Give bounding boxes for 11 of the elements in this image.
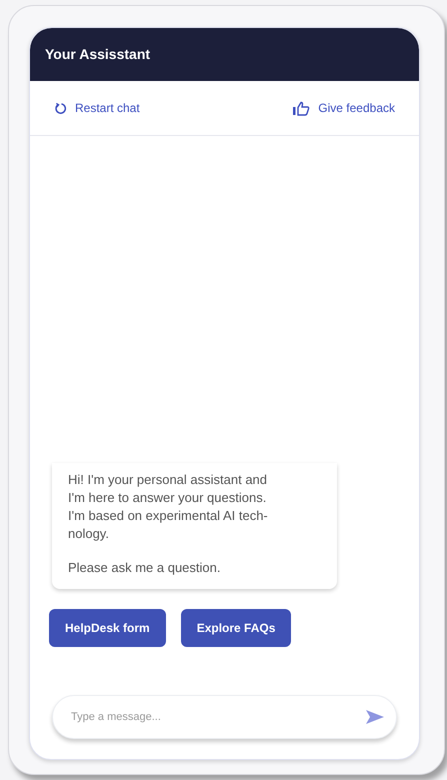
restart-chat-link[interactable]: Restart chat — [54, 99, 140, 117]
give-feedback-link[interactable]: Give feedback — [292, 99, 395, 117]
quick-reply-button[interactable]: HelpDesk form — [49, 609, 166, 647]
restart-icon — [54, 102, 67, 114]
header-title: Your Assisstant — [45, 45, 150, 64]
message-text: Hi! I'm your personal assistant and I'm here to answer your questions. I'm based on experimental AI tech- nology. — [68, 471, 269, 543]
message-field[interactable]: Type a message... — [52, 695, 397, 739]
message-text: Please ask me a question. — [68, 559, 222, 577]
send-icon[interactable] — [365, 709, 385, 725]
thumbs-up-icon — [292, 100, 310, 116]
quick-reply-button[interactable]: Explore FAQs — [180, 609, 292, 647]
